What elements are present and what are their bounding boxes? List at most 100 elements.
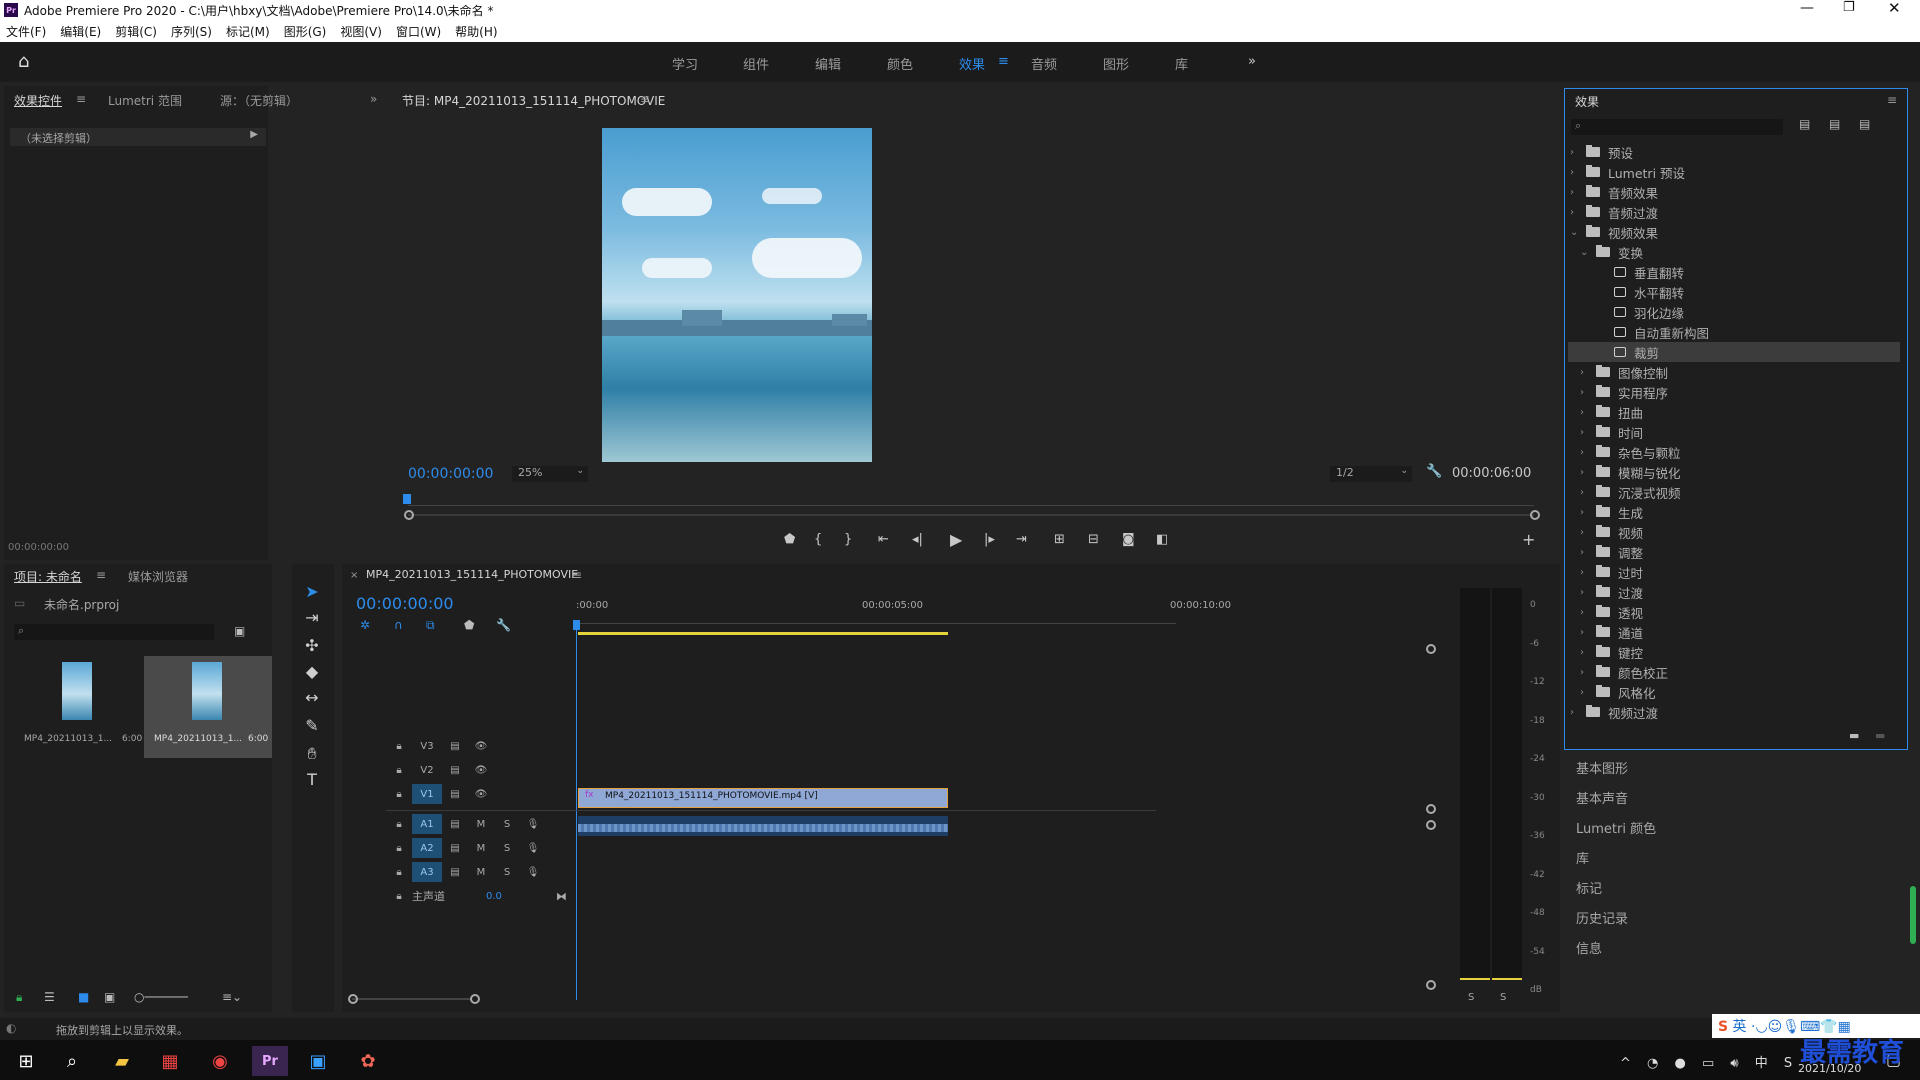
chevron-right-icon[interactable]: › bbox=[1570, 707, 1580, 718]
sync-icon[interactable]: ▤ bbox=[442, 819, 468, 830]
solo-right-button[interactable]: S bbox=[1500, 992, 1506, 1003]
type-tool-icon[interactable]: T bbox=[300, 770, 324, 789]
effect-item[interactable]: 垂直翻转 bbox=[1598, 262, 1684, 282]
app-icon[interactable]: ✿ bbox=[350, 1046, 386, 1076]
program-ruler[interactable] bbox=[408, 498, 1534, 506]
track-label[interactable]: A2 bbox=[412, 838, 442, 858]
menu-edit[interactable]: 编辑(E) bbox=[60, 23, 101, 40]
sort-icon[interactable]: ≡⌄ bbox=[222, 990, 242, 1004]
vertical-zoom-handle[interactable] bbox=[1426, 644, 1436, 654]
close-icon[interactable]: ✕ bbox=[1888, 0, 1901, 17]
effect-folder[interactable]: › 过渡 bbox=[1580, 582, 1643, 602]
mute-icon[interactable]: M bbox=[468, 819, 494, 830]
mic-icon[interactable]: 🎙︎ bbox=[520, 867, 546, 878]
track-select-tool-icon[interactable]: ⇥ bbox=[300, 608, 324, 627]
ripple-edit-tool-icon[interactable]: ✣ bbox=[300, 636, 324, 655]
effect-folder[interactable]: › 模糊与锐化 bbox=[1580, 462, 1681, 482]
lock-icon[interactable]: 🔒︎ bbox=[386, 819, 412, 830]
menu-view[interactable]: 视图(V) bbox=[340, 23, 382, 40]
effect-folder[interactable]: › 视频 bbox=[1580, 522, 1643, 542]
file-explorer-icon[interactable]: ▰ bbox=[104, 1046, 140, 1076]
chevron-right-icon[interactable]: › bbox=[1580, 427, 1590, 438]
horizontal-zoom-handle[interactable] bbox=[348, 994, 358, 1004]
add-marker-icon[interactable]: ⬟ bbox=[784, 532, 795, 547]
expand-arrow-icon[interactable]: ▶ bbox=[250, 129, 258, 140]
time-ruler[interactable]: :00:00 00:00:05:00 00:00:10:00 bbox=[576, 600, 1231, 624]
track-label[interactable]: A1 bbox=[412, 814, 442, 834]
horizontal-zoom-handle[interactable] bbox=[470, 994, 480, 1004]
chevron-right-icon[interactable]: › bbox=[1580, 547, 1590, 558]
lock-icon[interactable]: 🔒︎ bbox=[386, 789, 412, 800]
ws-graphics[interactable]: 图形 bbox=[1103, 54, 1129, 73]
ws-color[interactable]: 颜色 bbox=[887, 54, 913, 73]
chevron-right-icon[interactable]: › bbox=[1580, 567, 1590, 578]
chevron-right-icon[interactable]: › bbox=[1580, 467, 1590, 478]
tab-lumetri-scopes[interactable]: Lumetri 范围 bbox=[108, 92, 182, 109]
chevron-right-icon[interactable]: › bbox=[1580, 367, 1590, 378]
go-to-in-icon[interactable]: ⇤ bbox=[878, 532, 889, 547]
pen-tool-icon[interactable]: ✎ bbox=[300, 716, 324, 735]
chevron-right-icon[interactable]: › bbox=[1580, 647, 1590, 658]
minimize-icon[interactable]: — bbox=[1800, 0, 1814, 16]
project-item[interactable]: MP4_20211013_1... 6:00 bbox=[14, 656, 142, 758]
effect-folder[interactable]: › Lumetri 预设 bbox=[1570, 162, 1685, 182]
chevron-right-icon[interactable]: › bbox=[1580, 607, 1590, 618]
solo-left-button[interactable]: S bbox=[1468, 992, 1474, 1003]
effect-folder[interactable]: › 调整 bbox=[1580, 542, 1643, 562]
zoom-handle-left[interactable] bbox=[404, 510, 414, 520]
panel-libraries[interactable]: 库 bbox=[1576, 848, 1589, 867]
effect-folder[interactable]: › 过时 bbox=[1580, 562, 1643, 582]
extract-icon[interactable]: ⊟ bbox=[1088, 532, 1099, 547]
app-icon[interactable]: ▦ bbox=[152, 1046, 188, 1076]
yuv-effects-icon[interactable]: ▤ bbox=[1859, 117, 1870, 131]
effect-folder[interactable]: › 沉浸式视频 bbox=[1580, 482, 1681, 502]
project-search-input[interactable]: ⌕ bbox=[14, 624, 214, 640]
tray-icons[interactable]: ^ ◔ ● ▭ 🔊︎ 中 S bbox=[1620, 1052, 1798, 1071]
mark-out-icon[interactable]: } bbox=[844, 532, 852, 547]
menu-sequence[interactable]: 序列(S) bbox=[171, 23, 212, 40]
menu-help[interactable]: 帮助(H) bbox=[455, 23, 497, 40]
sync-icon[interactable]: ▤ bbox=[442, 789, 468, 800]
chevron-right-icon[interactable]: › bbox=[1580, 687, 1590, 698]
linked-selection-icon[interactable]: ⧉ bbox=[426, 618, 435, 633]
lock-icon[interactable]: 🔒︎ bbox=[16, 990, 22, 1005]
chevron-right-icon[interactable]: › bbox=[1580, 507, 1590, 518]
effect-folder[interactable]: › 视频过渡 bbox=[1570, 702, 1658, 722]
chevron-right-icon[interactable]: › bbox=[1580, 587, 1590, 598]
icon-view-icon[interactable]: ■ bbox=[78, 990, 89, 1004]
lift-icon[interactable]: ⊞ bbox=[1054, 532, 1065, 547]
effects-menu-icon[interactable]: ≡ bbox=[1887, 93, 1897, 107]
resolution-select[interactable]: 1/2 ⌄ bbox=[1330, 466, 1412, 482]
ws-effects[interactable]: 效果 bbox=[959, 54, 985, 73]
sync-icon[interactable]: ▤ bbox=[442, 765, 468, 776]
app-icon[interactable]: ▣ bbox=[300, 1046, 336, 1076]
program-playhead[interactable] bbox=[403, 494, 411, 504]
ws-editing[interactable]: 编辑 bbox=[815, 54, 841, 73]
effect-folder[interactable]: › 键控 bbox=[1580, 642, 1643, 662]
tab-source[interactable]: 源：（无剪辑） bbox=[220, 92, 298, 109]
zoom-select[interactable]: 25% ⌄ bbox=[512, 466, 588, 482]
effects-search-input[interactable]: ⌕ bbox=[1571, 119, 1783, 135]
tab-media-browser[interactable]: 媒体浏览器 bbox=[128, 568, 188, 585]
play-icon[interactable]: ▶ bbox=[950, 530, 962, 549]
slip-tool-icon[interactable]: ↔ bbox=[300, 688, 324, 707]
mic-icon[interactable]: 🎙︎ bbox=[520, 819, 546, 830]
track-label[interactable]: A3 bbox=[412, 862, 442, 882]
timeline-tab[interactable]: MP4_20211013_151114_PHOTOMOVIE bbox=[366, 568, 578, 581]
solo-icon[interactable]: S bbox=[494, 867, 520, 878]
ws-menu-icon[interactable]: ≡ bbox=[998, 54, 1009, 69]
panel-lumetri-color[interactable]: Lumetri 颜色 bbox=[1576, 818, 1656, 837]
new-bin-icon[interactable]: ▬ bbox=[1849, 729, 1859, 742]
zoom-slider[interactable]: ○────── bbox=[134, 990, 188, 1004]
sync-icon[interactable]: ▤ bbox=[442, 843, 468, 854]
horizontal-zoom-bar[interactable] bbox=[352, 998, 472, 1000]
panel-menu-icon[interactable]: ≡ bbox=[76, 92, 86, 106]
tab-effect-controls[interactable]: 效果控件 bbox=[14, 92, 62, 109]
timeline-timecode[interactable]: 00:00:00:00 bbox=[356, 594, 454, 613]
ws-audio[interactable]: 音频 bbox=[1031, 54, 1057, 73]
playhead-head-icon[interactable] bbox=[573, 620, 580, 630]
chevron-right-icon[interactable]: › bbox=[1580, 387, 1590, 398]
chevron-right-icon[interactable]: › bbox=[1580, 447, 1590, 458]
work-area-bar[interactable] bbox=[578, 632, 948, 635]
chevron-right-icon[interactable]: › bbox=[1580, 627, 1590, 638]
